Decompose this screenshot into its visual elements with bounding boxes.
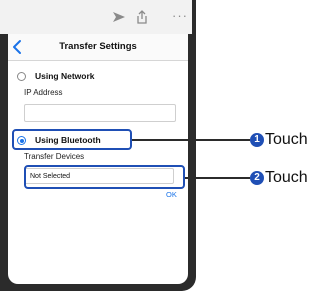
callout-box-2	[24, 165, 185, 189]
callout-leader-2	[185, 177, 250, 179]
ok-button[interactable]: OK	[166, 190, 177, 199]
share-icon[interactable]	[136, 10, 148, 29]
callout-badge-2: 2	[250, 171, 264, 185]
transfer-devices-label: Transfer Devices	[24, 152, 85, 161]
using-network-label: Using Network	[35, 71, 95, 81]
panel-header: Transfer Settings	[8, 34, 188, 61]
ip-address-label: IP Address	[24, 88, 63, 97]
callout-text-2: Touch	[265, 169, 308, 186]
more-icon[interactable]: ···	[172, 9, 188, 22]
browser-toolbar: ···	[0, 0, 192, 34]
send-icon[interactable]	[112, 10, 126, 28]
ip-address-field[interactable]	[24, 104, 176, 122]
transfer-settings-panel: Transfer Settings Using Network IP Addre…	[8, 34, 188, 284]
callout-badge-1: 1	[250, 133, 264, 147]
page-title: Transfer Settings	[59, 41, 137, 52]
callout-leader-1	[132, 139, 250, 141]
radio-using-network[interactable]	[17, 72, 26, 81]
callout-text-1: Touch	[265, 131, 308, 148]
callout-box-1	[12, 129, 132, 150]
